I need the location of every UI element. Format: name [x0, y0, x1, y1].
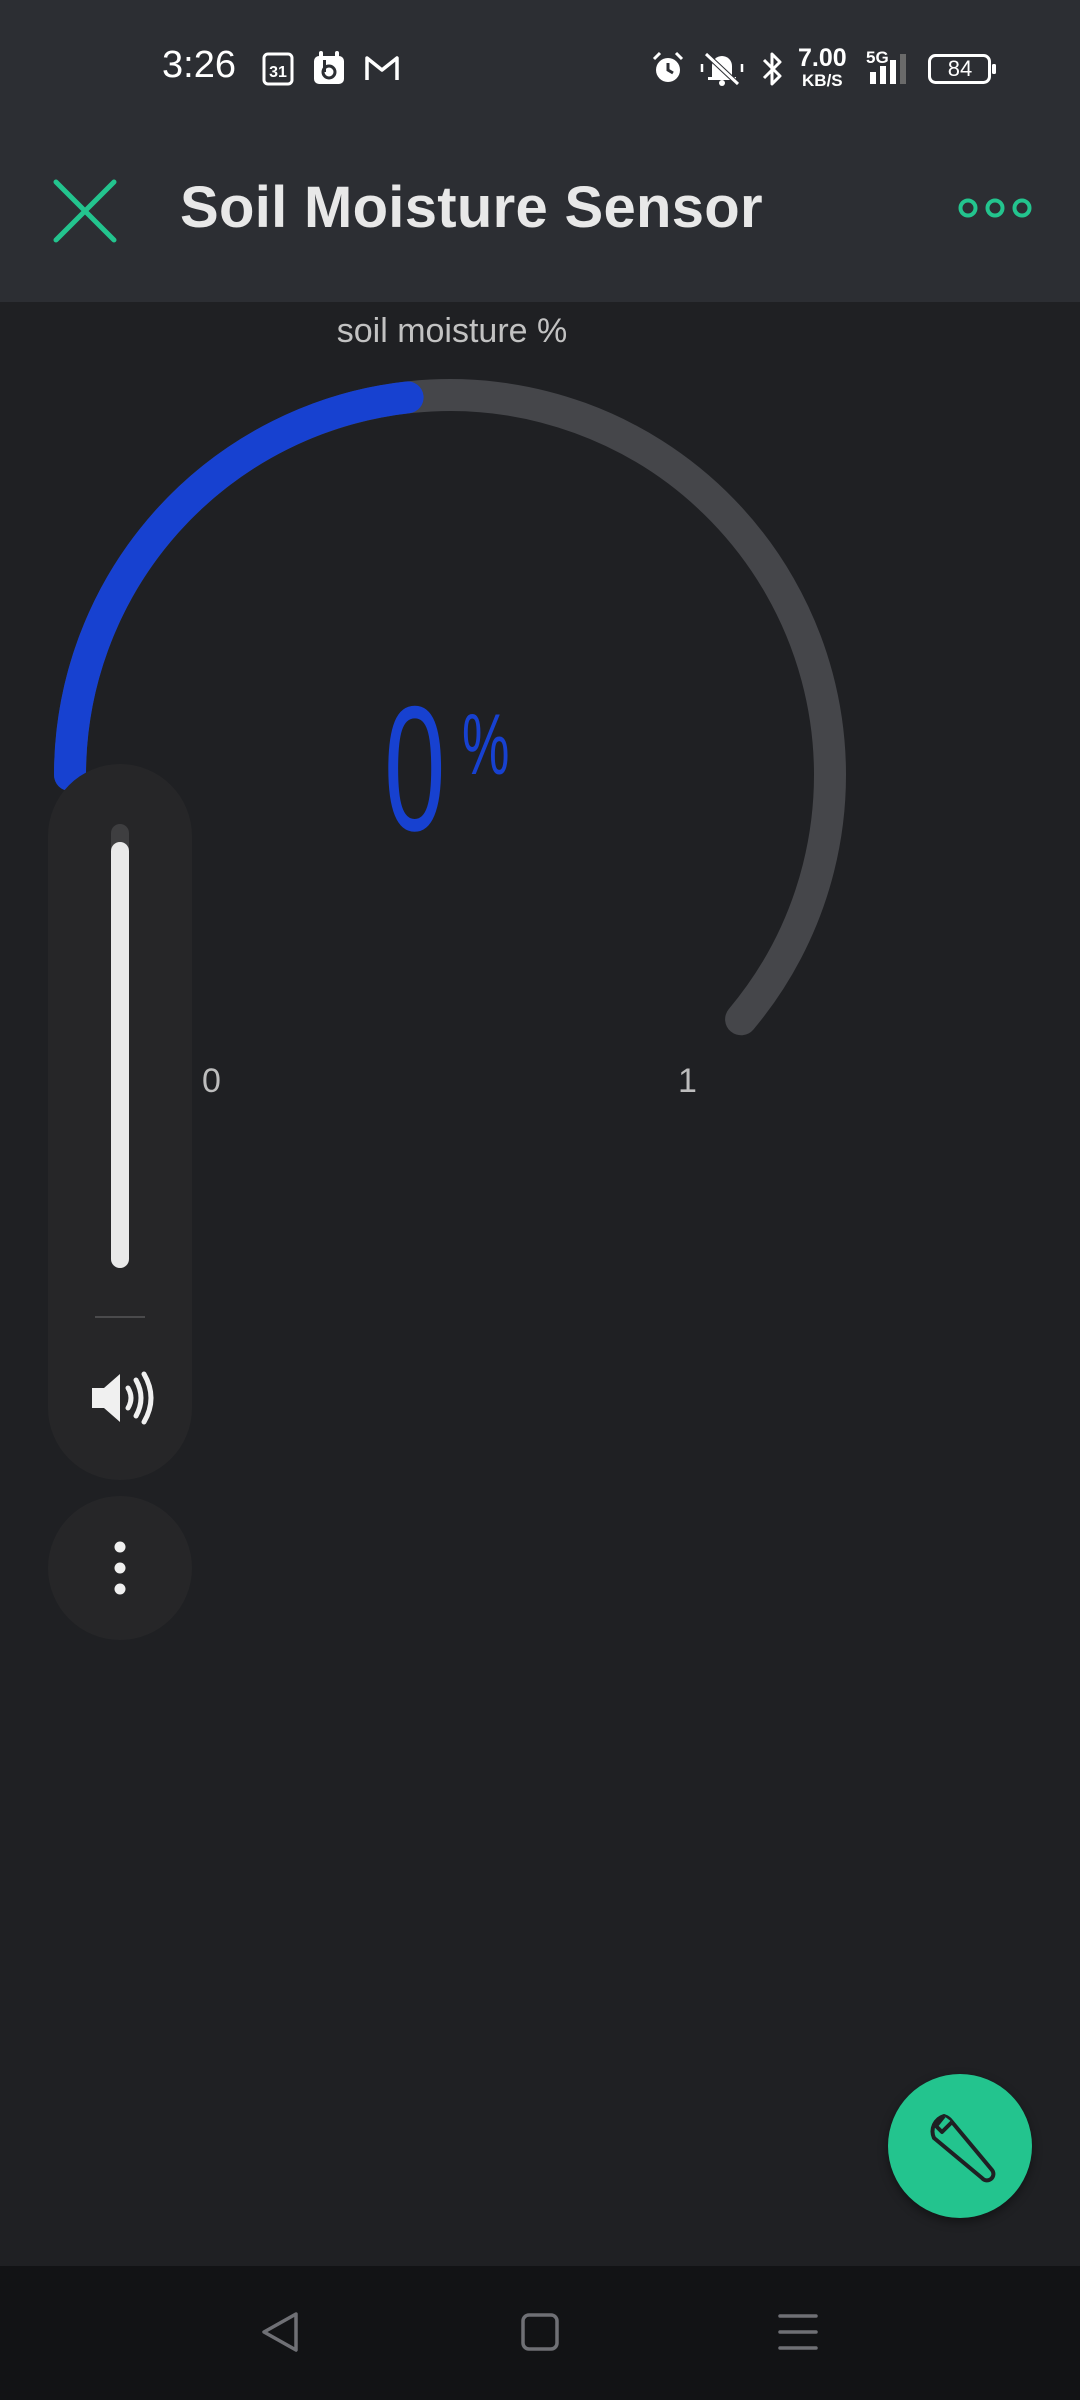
volume-divider — [95, 1316, 145, 1318]
gauge-unit: % — [462, 697, 510, 793]
settings-fab[interactable] — [888, 2074, 1032, 2218]
gmail-icon — [365, 56, 399, 80]
status-time: 3:26 — [162, 44, 236, 86]
back-triangle-icon — [262, 2312, 298, 2352]
gauge-min-label: 0 — [202, 1062, 221, 1100]
alarm-icon — [652, 51, 684, 82]
more-horizontal-icon — [958, 198, 1032, 218]
bluetooth-icon — [762, 52, 782, 86]
speaker-icon[interactable] — [86, 1368, 156, 1428]
volume-slider[interactable] — [111, 824, 129, 1268]
network-speed-value: 7.00 — [798, 44, 847, 72]
calendar-day: 31 — [269, 64, 287, 81]
app-header: Soil Moisture Sensor — [0, 136, 1080, 302]
volume-more-button[interactable] — [48, 1496, 192, 1640]
close-icon — [53, 179, 117, 243]
gauge-max-label: 1 — [678, 1062, 697, 1100]
wrench-icon — [930, 2114, 996, 2183]
notification-app-icon — [314, 51, 344, 84]
volume-slider-fill — [111, 841, 129, 1268]
nav-home-button[interactable] — [510, 2302, 570, 2362]
gauge-fill — [54, 381, 424, 791]
signal-icon — [870, 54, 906, 84]
page-title: Soil Moisture Sensor — [180, 175, 763, 240]
battery-level: 84 — [947, 56, 973, 81]
nav-back-button[interactable] — [250, 2302, 310, 2362]
more-options-button[interactable] — [956, 190, 1034, 226]
network-speed: 7.00 KB/S — [798, 44, 847, 90]
more-vertical-icon — [114, 1541, 126, 1595]
menu-lines-icon — [778, 2314, 818, 2350]
nav-recents-button[interactable] — [768, 2302, 828, 2362]
home-square-icon — [521, 2313, 559, 2351]
gauge-label: soil moisture % — [336, 312, 568, 350]
system-navigation-bar — [0, 2266, 1080, 2400]
gauge-value: 0 — [384, 669, 446, 868]
network-speed-unit: KB/S — [802, 71, 843, 90]
battery-indicator: 84 — [928, 54, 996, 84]
muted-bell-icon — [700, 52, 744, 86]
screen: 3:26 31 7.00 KB/S 5G 84 Soil Moisture Se… — [0, 0, 1080, 2400]
volume-panel — [48, 764, 192, 1480]
calendar-icon: 31 — [262, 52, 294, 86]
status-bar: 3:26 31 7.00 KB/S 5G 84 — [0, 0, 1080, 136]
close-button[interactable] — [50, 176, 120, 246]
